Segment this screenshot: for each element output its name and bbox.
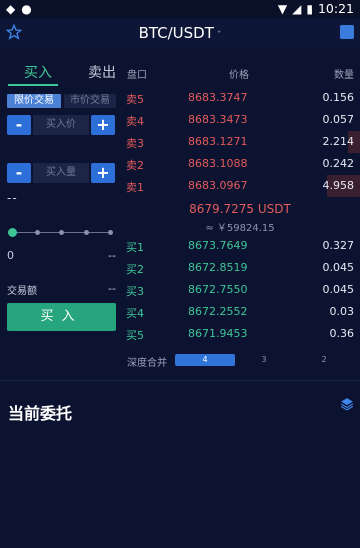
depth-merge-option-4[interactable]: 4 [175, 354, 235, 366]
wifi-icon: ▼ [277, 1, 288, 16]
ask-qty: 2.214 [322, 135, 355, 148]
pair-selector[interactable]: BTC/USDT ˇ [0, 24, 360, 42]
chart-icon[interactable] [340, 25, 354, 39]
top-bar: BTC/USDT ˇ [0, 18, 360, 48]
amount-input[interactable]: 买入量 [33, 163, 89, 183]
bid-qty: 0.327 [322, 239, 355, 252]
ask-label: 卖3 [126, 137, 144, 150]
pair-title: BTC/USDT [138, 24, 214, 42]
ask-row[interactable]: 卖5 8683.3747 0.156 [120, 87, 360, 109]
slider-stop-25[interactable] [35, 230, 40, 235]
ask-label: 卖2 [126, 159, 144, 172]
bid-price: 8672.7550 [188, 283, 248, 296]
tab-buy[interactable]: 买入 [24, 62, 52, 82]
ask-qty: 0.242 [322, 157, 355, 170]
bid-row[interactable]: 买5 8671.9453 0.36 [120, 323, 360, 345]
bid-row[interactable]: 买1 8673.7649 0.327 [120, 235, 360, 257]
amount-minus-button[interactable]: - [7, 163, 31, 183]
estimate-value: -- [7, 191, 18, 205]
orderbook-header-qty: 数量 [334, 70, 354, 81]
last-price: 8679.7275 USDT [189, 202, 291, 216]
bid-label: 买2 [126, 263, 144, 276]
trade-volume-label: 交易额 [7, 286, 37, 297]
notification-icon: ◆ [6, 2, 16, 16]
ask-price: 8683.3747 [188, 91, 248, 104]
buy-submit-button[interactable]: 买入 [7, 303, 116, 331]
bid-qty: 0.045 [322, 261, 355, 274]
bid-label: 买1 [126, 241, 144, 254]
ask-qty: 0.057 [322, 113, 355, 126]
orderbook-header-book: 盘口 [127, 70, 147, 81]
order-type-limit[interactable]: 限价交易 [7, 94, 61, 108]
slider-stop-100[interactable] [108, 230, 113, 235]
order-type-market[interactable]: 市价交易 [64, 94, 116, 108]
ask-row[interactable]: 卖4 8683.3473 0.057 [120, 109, 360, 131]
depth-merge-label: 深度合并 [127, 358, 167, 369]
layers-icon[interactable] [340, 397, 354, 411]
depth-merge-option-2[interactable]: 2 [294, 354, 354, 366]
battery-icon: ▮ [306, 1, 313, 16]
trade-volume-value: -- [108, 282, 116, 295]
ask-label: 卖5 [126, 93, 144, 106]
status-bar: ◆ ● ▼ ◢ ▮ 10:21 [0, 0, 360, 18]
amount-plus-button[interactable]: + [91, 163, 115, 183]
bid-label: 买4 [126, 307, 144, 320]
bid-qty: 0.36 [329, 327, 355, 340]
status-time: 10:21 [317, 1, 354, 16]
price-plus-button[interactable]: + [91, 115, 115, 135]
signal-icon: ◢ [292, 1, 302, 16]
bid-price: 8673.7649 [188, 239, 248, 252]
section-divider [0, 380, 360, 381]
bid-qty: 0.045 [322, 283, 355, 296]
available-value: -- [108, 249, 116, 262]
bid-price: 8671.9453 [188, 327, 248, 340]
ask-price: 8683.1271 [188, 135, 248, 148]
slider-thumb[interactable] [8, 228, 17, 237]
app-notification-icon: ● [21, 2, 32, 16]
chevron-down-icon: ˇ [216, 31, 222, 41]
ask-price: 8683.0967 [188, 179, 248, 192]
price-input[interactable]: 买入价 [33, 115, 89, 135]
depth-merge-option-3[interactable]: 3 [234, 354, 294, 366]
bid-price: 8672.2552 [188, 305, 248, 318]
slider-stop-50[interactable] [59, 230, 64, 235]
ask-price: 8683.1088 [188, 157, 248, 170]
ask-label: 卖4 [126, 115, 144, 128]
tab-sell[interactable]: 卖出 [88, 62, 116, 82]
bid-qty: 0.03 [329, 305, 355, 318]
ask-row[interactable]: 卖3 8683.1271 2.214 [120, 131, 360, 153]
price-minus-button[interactable]: - [7, 115, 31, 135]
bid-label: 买3 [126, 285, 144, 298]
ask-qty: 4.958 [322, 179, 355, 192]
ask-label: 卖1 [126, 181, 144, 194]
bid-row[interactable]: 买3 8672.7550 0.045 [120, 279, 360, 301]
orderbook-header-price: 价格 [229, 70, 249, 81]
bid-label: 买5 [126, 329, 144, 342]
trade-side-tabs: 买入 卖出 [0, 62, 120, 86]
ask-row[interactable]: 卖2 8683.1088 0.242 [120, 153, 360, 175]
bid-price: 8672.8519 [188, 261, 248, 274]
bid-row[interactable]: 买4 8672.2552 0.03 [120, 301, 360, 323]
current-orders-title: 当前委托 [8, 404, 73, 423]
available-balance: 0 [7, 249, 14, 262]
ask-qty: 0.156 [322, 91, 355, 104]
ask-row[interactable]: 卖1 8683.0967 4.958 [120, 175, 360, 197]
tab-buy-underline [8, 84, 58, 86]
ask-price: 8683.3473 [188, 113, 248, 126]
bid-row[interactable]: 买2 8672.8519 0.045 [120, 257, 360, 279]
last-price-cny: ≈ ￥59824.15 [205, 223, 275, 234]
slider-stop-75[interactable] [84, 230, 89, 235]
